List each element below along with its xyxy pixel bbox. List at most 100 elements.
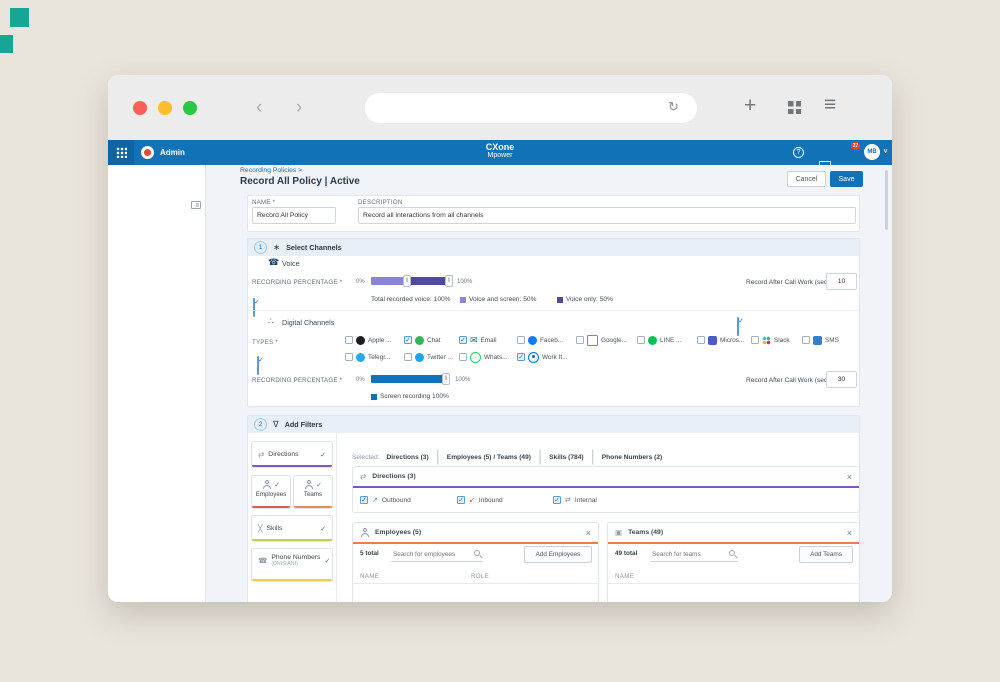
description-label: DESCRIPTION bbox=[358, 199, 403, 206]
save-button[interactable]: Save bbox=[830, 171, 863, 187]
slider-handle-1[interactable] bbox=[403, 275, 411, 287]
refresh-icon[interactable]: ↻ bbox=[668, 99, 679, 115]
filter-teams-button[interactable]: ✓ Teams bbox=[293, 475, 333, 509]
channel-whatsapp[interactable]: Whats... bbox=[459, 351, 507, 363]
channel-google[interactable]: Google... bbox=[576, 334, 627, 346]
cxone-logo: CXone Mpower bbox=[460, 142, 540, 160]
ms-teams-icon bbox=[708, 336, 717, 345]
minimize-window-button[interactable] bbox=[158, 101, 172, 115]
tab-overview-icon[interactable] bbox=[788, 101, 801, 114]
teams-total: 49 total bbox=[615, 550, 637, 557]
channel-twitter[interactable]: Twitter ... bbox=[404, 351, 453, 363]
address-bar[interactable] bbox=[365, 93, 697, 123]
notification-badge: 27 bbox=[851, 142, 860, 150]
teams-icon: ▣ bbox=[615, 528, 622, 537]
help-icon[interactable] bbox=[793, 147, 804, 158]
phone-icon: ☎ bbox=[258, 556, 267, 565]
scrollbar-thumb[interactable] bbox=[885, 170, 888, 230]
voice-checkbox[interactable] bbox=[253, 298, 255, 317]
google-chat-icon bbox=[587, 335, 598, 346]
channel-telegram[interactable]: Telegr... bbox=[345, 351, 390, 363]
employees-search[interactable] bbox=[391, 547, 483, 562]
slider-handle-2[interactable] bbox=[445, 275, 453, 287]
channel-line[interactable]: LINE ... bbox=[637, 334, 681, 346]
digital-slider-track bbox=[371, 375, 448, 383]
acw-voice-input[interactable] bbox=[826, 273, 857, 290]
legend-voice-only-swatch bbox=[557, 297, 563, 303]
legend-screen-recording-swatch bbox=[371, 394, 377, 400]
column-role: ROLE bbox=[471, 573, 489, 580]
channel-apple[interactable]: Apple ... bbox=[345, 334, 391, 346]
profile-chevron-down-icon[interactable]: ∨ bbox=[883, 147, 888, 155]
digital-slider-handle[interactable] bbox=[442, 373, 450, 385]
close-icon[interactable]: × bbox=[586, 528, 591, 538]
selected-directions[interactable]: Directions (3) bbox=[387, 454, 429, 461]
inbound-option[interactable]: ↙ Inbound bbox=[457, 495, 503, 505]
sms-icon bbox=[813, 336, 822, 345]
avatar[interactable]: MB bbox=[864, 144, 880, 160]
filter-directions-button[interactable]: ⇄ Directions ✓ bbox=[251, 441, 333, 468]
employees-panel: Employees (5) × 5 total Add Employees NA… bbox=[352, 522, 599, 602]
types-label: TYPES * bbox=[252, 339, 278, 346]
apple-icon bbox=[356, 336, 365, 345]
filter-employees-button[interactable]: ✓ Employees bbox=[251, 475, 291, 509]
close-icon[interactable]: × bbox=[847, 472, 852, 482]
channel-sms[interactable]: SMS bbox=[802, 334, 839, 346]
selected-employees-teams[interactable]: Employees (5) / Teams (49) bbox=[447, 454, 531, 461]
voice-total-label: Total recorded voice: 100% bbox=[371, 296, 451, 303]
employees-icon bbox=[360, 528, 369, 537]
back-icon[interactable]: ‹ bbox=[256, 98, 262, 118]
skills-icon: ╳ bbox=[258, 524, 263, 533]
channel-workitem[interactable]: Work It... bbox=[517, 351, 567, 363]
name-field[interactable] bbox=[252, 207, 336, 224]
close-window-button[interactable] bbox=[133, 101, 147, 115]
selected-phone-numbers[interactable]: Phone Numbers (2) bbox=[602, 454, 662, 461]
name-label: NAME * bbox=[252, 199, 275, 206]
funnel-icon: ∇ bbox=[273, 419, 279, 430]
page-title: Record All Policy | Active bbox=[240, 176, 360, 187]
browser-menu-icon[interactable]: ≡ bbox=[824, 93, 836, 117]
step-number: 2 bbox=[254, 418, 267, 431]
teams-panel: ▣ Teams (49) × 49 total Add Teams NAME bbox=[607, 522, 860, 602]
acw-digital-label: Record After Call Work (sec) bbox=[746, 377, 829, 384]
recording-percentage-label: RECORDING PERCENTAGE * bbox=[252, 279, 342, 286]
section-divider bbox=[248, 310, 859, 311]
cancel-button[interactable]: Cancel bbox=[787, 171, 826, 187]
selected-skills[interactable]: Skills (784) bbox=[549, 454, 583, 461]
app-switcher-icon[interactable] bbox=[116, 147, 127, 158]
teams-icon bbox=[304, 480, 313, 489]
sidebar bbox=[108, 165, 206, 602]
teams-search[interactable] bbox=[650, 547, 738, 562]
description-field[interactable] bbox=[358, 207, 856, 224]
outbound-option[interactable]: ↗ Outbound bbox=[360, 495, 411, 505]
step-number: 1 bbox=[254, 241, 267, 254]
channel-email[interactable]: ✉Email bbox=[459, 334, 497, 346]
acw-digital-input[interactable] bbox=[826, 371, 857, 388]
acw-voice-label: Record After Call Work (sec) bbox=[746, 279, 829, 286]
filter-phone-numbers-button[interactable]: ☎ Phone Numbers (DNIS/ANI) ✓ bbox=[251, 548, 333, 582]
sidebar-collapse-icon[interactable] bbox=[191, 201, 201, 209]
check-icon: ✓ bbox=[320, 525, 326, 533]
directions-icon: ⇄ bbox=[360, 472, 366, 481]
add-employees-button[interactable]: Add Employees bbox=[524, 546, 592, 563]
new-tab-icon[interactable]: + bbox=[744, 94, 756, 118]
digital-channels-icon: ∴ bbox=[268, 316, 274, 327]
maximize-window-button[interactable] bbox=[183, 101, 197, 115]
forward-icon[interactable]: › bbox=[296, 98, 302, 118]
messenger-icon bbox=[528, 336, 537, 345]
channel-facebook[interactable]: Faceb... bbox=[517, 334, 563, 346]
slack-icon bbox=[762, 336, 771, 345]
digital-channels-label: Digital Channels bbox=[282, 318, 334, 327]
check-icon: ✓ bbox=[274, 481, 280, 489]
breadcrumb[interactable]: Recording Policies > bbox=[240, 167, 302, 174]
channel-chat[interactable]: Chat bbox=[404, 334, 441, 346]
add-teams-button[interactable]: Add Teams bbox=[799, 546, 853, 563]
channel-slack[interactable]: Slack bbox=[751, 334, 790, 346]
close-icon[interactable]: × bbox=[847, 528, 852, 538]
selected-summary: Selected: Directions (3) | Employees (5)… bbox=[352, 448, 662, 466]
digital-channels-checkbox[interactable] bbox=[257, 356, 259, 375]
internal-option[interactable]: ⇄ Internal bbox=[553, 495, 597, 505]
line-icon bbox=[648, 336, 657, 345]
filter-skills-button[interactable]: ╳ Skills ✓ bbox=[251, 515, 333, 542]
channel-microsoft[interactable]: Micros... bbox=[697, 334, 744, 346]
